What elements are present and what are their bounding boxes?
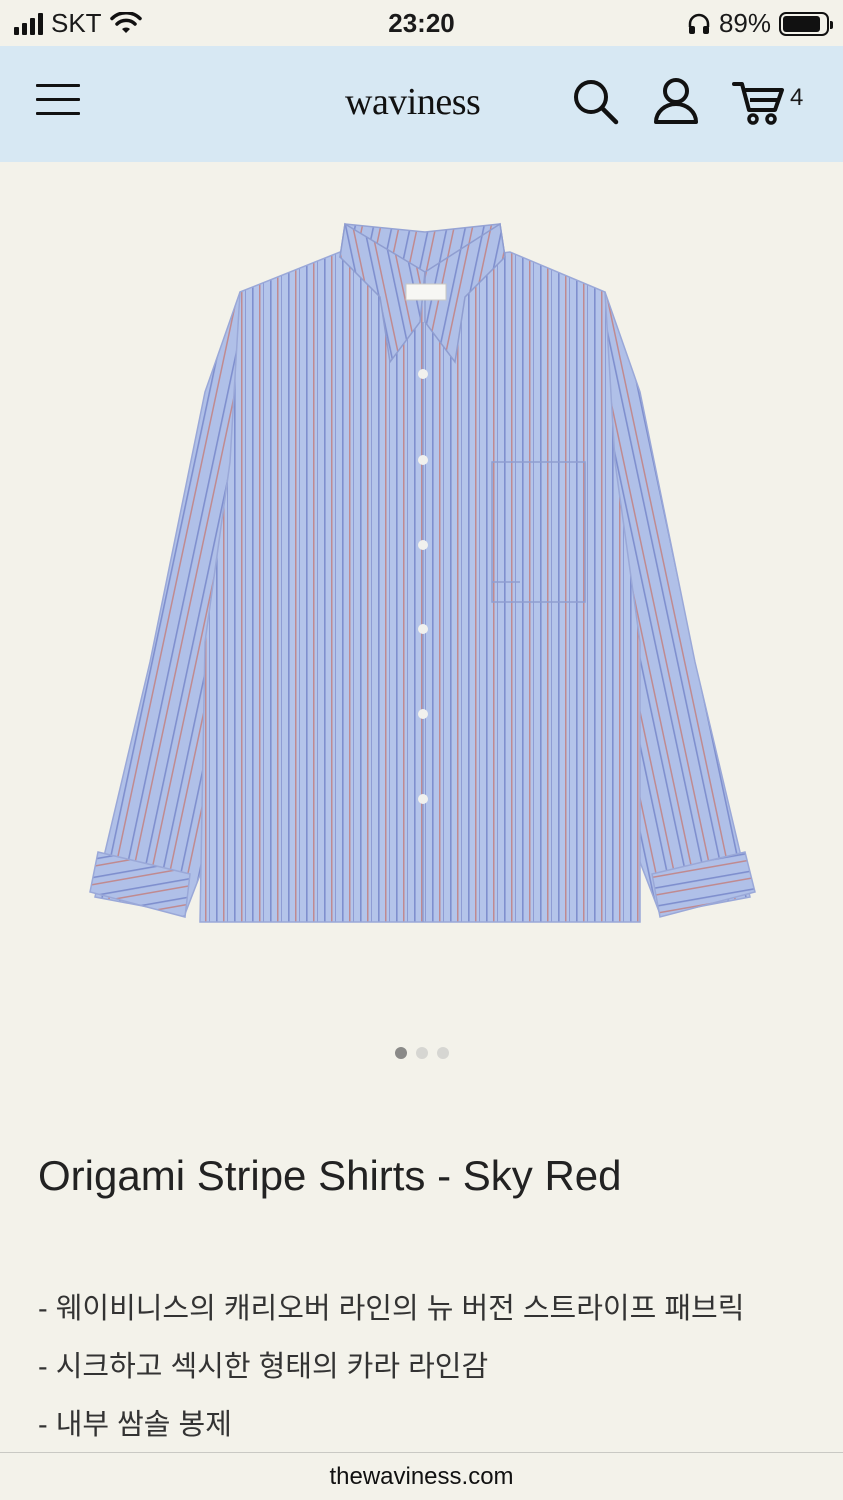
description-line: - 웨이비니스의 캐리오버 라인의 뉴 버전 스트라이프 패브릭 <box>38 1293 745 1325</box>
cart-count-badge: 4 <box>790 84 804 111</box>
battery-icon <box>779 11 833 36</box>
carousel-dot[interactable] <box>436 1047 449 1059</box>
site-logo[interactable]: waviness <box>345 80 481 124</box>
description-line: - 시크하고 섹시한 형태의 카라 라인감 <box>38 1351 489 1383</box>
search-icon[interactable] <box>570 76 620 126</box>
headphones-icon <box>688 13 710 34</box>
carousel-pagination <box>0 1047 843 1059</box>
product-title: Origami Stripe Shirts - Sky Red <box>38 1152 622 1199</box>
status-right: 89% <box>687 8 833 39</box>
status-bar: SKT 23:20 89% <box>0 0 843 46</box>
hamburger-menu-button[interactable] <box>36 84 80 118</box>
browser-url-bar[interactable]: thewaviness.com <box>0 1452 843 1500</box>
carousel-dot[interactable] <box>394 1047 407 1059</box>
account-icon[interactable] <box>652 76 700 126</box>
cart-icon[interactable] <box>732 76 788 126</box>
product-description: - 웨이비니스의 캐리오버 라인의 뉴 버전 스트라이프 패브릭 - 시크하고 … <box>38 1280 744 1454</box>
description-line: - 내부 쌈솔 봉제 <box>38 1409 232 1441</box>
carousel-dot[interactable] <box>415 1047 428 1059</box>
url-text[interactable]: thewaviness.com <box>0 1463 843 1491</box>
site-header: waviness 4 <box>0 46 843 162</box>
battery-percent: 89% <box>718 8 771 38</box>
product-image[interactable] <box>0 162 843 1022</box>
